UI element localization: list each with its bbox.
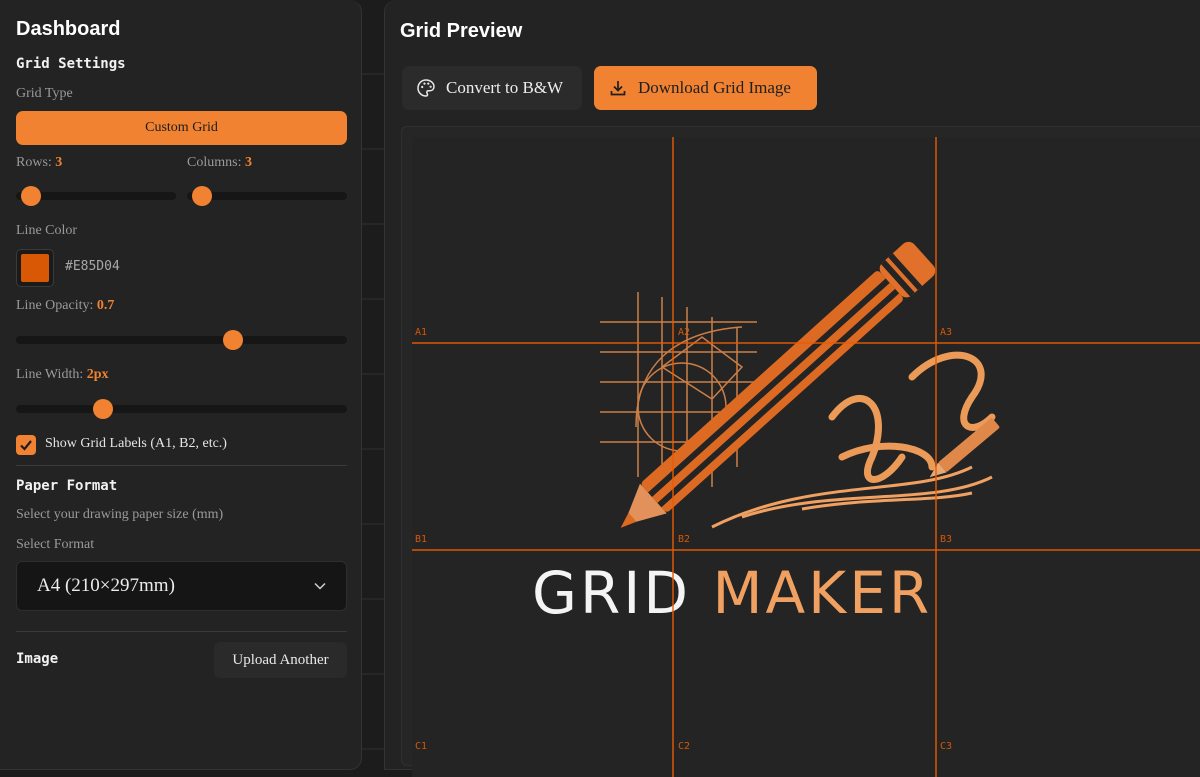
grid-label-a3: A3 [940,327,953,338]
grid-line-vertical-2 [935,137,937,777]
select-format-label: Select Format [16,537,95,552]
paper-format-heading: Paper Format [16,478,118,494]
download-grid-label: Download Grid Image [638,78,791,97]
download-icon [610,81,626,96]
preview-frame: GRID MAKER A1 A2 A3 B1 B2 B3 C1 C2 C3 [401,126,1200,777]
line-width-slider[interactable] [16,399,347,419]
line-opacity-label: Line Opacity: 0.7 [16,298,114,314]
grid-line-vertical-1 [672,137,674,777]
rows-label: Rows: 3 [16,155,62,171]
image-heading: Image [16,651,59,667]
grid-type-label: Grid Type [16,86,73,101]
grid-label-a1: A1 [415,327,428,338]
grid-line-horizontal-1 [412,342,1200,344]
grid-label-b1: B1 [415,534,428,545]
columns-label: Columns: 3 [187,155,252,171]
show-labels-checkbox[interactable] [16,435,36,455]
palette-icon [417,79,435,97]
convert-bw-button[interactable]: Convert to B&W [402,66,582,110]
download-grid-button[interactable]: Download Grid Image [594,66,817,110]
line-opacity-slider-thumb[interactable] [223,330,243,350]
line-opacity-value: 0.7 [96,298,115,313]
convert-bw-label: Convert to B&W [446,78,564,97]
divider-1 [16,465,347,466]
line-opacity-slider-track [16,336,347,344]
grid-preview-image: GRID MAKER A1 A2 A3 B1 B2 B3 C1 C2 C3 [412,137,1200,777]
grid-label-c1: C1 [415,741,428,752]
logo-wordmark: GRID MAKER [532,559,1092,627]
line-color-hex: #E85D04 [65,259,120,274]
logo-word-maker: MAKER [712,559,933,627]
grid-label-c2: C2 [678,741,691,752]
paper-format-description: Select your drawing paper size (mm) [16,507,224,522]
logo-artwork [600,241,1000,529]
rows-slider[interactable] [16,186,176,206]
line-opacity-label-text: Line Opacity: [16,298,94,313]
sidebar-panel: Dashboard Grid Settings Grid Type Custom… [0,0,362,770]
grid-type-button[interactable]: Custom Grid [16,111,347,145]
grid-label-b2: B2 [678,534,691,545]
main-panel: Grid Preview Convert to B&W Download Gri… [384,0,1200,777]
line-color-swatch[interactable] [16,249,54,287]
sidebar-title: Dashboard [16,18,121,40]
page-title: Grid Preview [400,20,523,42]
grid-line-horizontal-2 [412,549,1200,551]
line-opacity-slider[interactable] [16,330,347,350]
upload-another-button[interactable]: Upload Another [214,642,347,678]
background-divider [360,0,384,757]
columns-value: 3 [244,155,252,170]
line-width-label: Line Width: 2px [16,367,109,383]
grid-label-b3: B3 [940,534,953,545]
grid-label-c3: C3 [940,741,953,752]
rows-label-text: Rows: [16,155,52,170]
rows-slider-thumb[interactable] [21,186,41,206]
divider-2 [16,631,347,632]
columns-label-text: Columns: [187,155,242,170]
show-labels-text: Show Grid Labels (A1, B2, etc.) [45,436,227,451]
rows-value: 3 [55,155,63,170]
paper-format-selected: A4 (210×297mm) [37,575,175,596]
line-width-label-text: Line Width: [16,367,84,382]
grid-settings-heading: Grid Settings [16,56,126,72]
grid-label-a2: A2 [678,327,691,338]
columns-slider[interactable] [187,186,347,206]
line-width-slider-track [16,405,347,413]
line-width-slider-thumb[interactable] [93,399,113,419]
logo-word-grid: GRID [532,559,692,627]
chevron-down-icon [314,582,326,590]
columns-slider-thumb[interactable] [192,186,212,206]
line-width-value: 2px [86,367,109,382]
paper-format-select[interactable]: A4 (210×297mm) [16,561,347,611]
line-color-fill [21,254,49,282]
check-icon [20,440,32,451]
line-color-label: Line Color [16,223,78,238]
